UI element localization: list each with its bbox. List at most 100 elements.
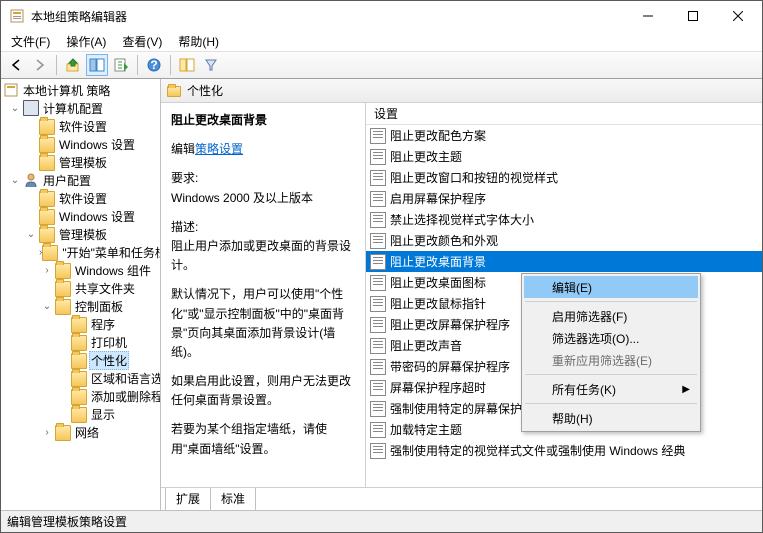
menu-view[interactable]: 查看(V) <box>114 31 170 52</box>
tree-item[interactable]: 区域和语言选项 <box>1 369 160 387</box>
tree-pane[interactable]: 本地计算机 策略 ⌄ 计算机配置 软件设置 Windows 设置 管理模板 ⌄ … <box>1 79 161 510</box>
tree-computer-config[interactable]: ⌄ 计算机配置 <box>1 99 160 117</box>
collapse-icon[interactable]: ⌄ <box>7 175 23 186</box>
export-button[interactable] <box>110 54 132 76</box>
tree-item[interactable]: 程序 <box>1 315 160 333</box>
tree-item[interactable]: ›网络 <box>1 423 160 441</box>
folder-icon <box>71 389 87 405</box>
desc-req-label: 要求: <box>171 171 198 185</box>
tree-root[interactable]: 本地计算机 策略 <box>1 81 160 99</box>
tree-item[interactable]: 打印机 <box>1 333 160 351</box>
main-area: 本地计算机 策略 ⌄ 计算机配置 软件设置 Windows 设置 管理模板 ⌄ … <box>1 79 762 510</box>
user-icon <box>23 172 39 188</box>
up-button[interactable] <box>62 54 84 76</box>
tree-item[interactable]: Windows 设置 <box>1 207 160 225</box>
policy-settings-link[interactable]: 策略设置 <box>195 142 243 156</box>
list-item-label: 阻止更改桌面图标 <box>390 274 486 291</box>
policy-setting-icon <box>370 317 386 333</box>
properties-button[interactable] <box>176 54 198 76</box>
list-item[interactable]: 阻止更改窗口和按钮的视觉样式 <box>366 167 762 188</box>
list-header-settings[interactable]: 设置 <box>366 103 762 125</box>
split-body: 阻止更改桌面背景 编辑策略设置 要求:Windows 2000 及以上版本 描述… <box>161 103 762 488</box>
filter-button[interactable] <box>200 54 222 76</box>
path-header: 个性化 <box>161 79 762 103</box>
list-item-label: 阻止更改主题 <box>390 148 462 165</box>
menu-file[interactable]: 文件(F) <box>3 31 58 52</box>
collapse-icon[interactable]: ⌄ <box>7 103 23 114</box>
list-item-label: 屏幕保护程序超时 <box>390 379 486 396</box>
desc-edit-label: 编辑 <box>171 142 195 156</box>
help-button[interactable]: ? <box>143 54 165 76</box>
show-hide-tree-button[interactable] <box>86 54 108 76</box>
policy-root-icon <box>3 82 19 98</box>
path-title: 个性化 <box>187 82 223 99</box>
folder-icon <box>71 407 87 423</box>
list-item[interactable]: 禁止选择视觉样式字体大小 <box>366 209 762 230</box>
tree-user-config[interactable]: ⌄ 用户配置 <box>1 171 160 189</box>
policy-setting-icon <box>370 401 386 417</box>
tab-standard[interactable]: 标准 <box>210 488 256 510</box>
tree-item[interactable]: ›"开始"菜单和任务栏 <box>1 243 160 261</box>
cm-edit[interactable]: 编辑(E) <box>524 276 698 298</box>
forward-button[interactable] <box>29 54 51 76</box>
titlebar: 本地组策略编辑器 <box>1 1 762 31</box>
desc-req-value: Windows 2000 及以上版本 <box>171 191 313 205</box>
list-item[interactable]: 阻止更改配色方案 <box>366 125 762 146</box>
cm-help[interactable]: 帮助(H) <box>524 407 698 429</box>
folder-icon <box>39 227 55 243</box>
list-item[interactable]: 阻止更改桌面背景 <box>366 251 762 272</box>
maximize-button[interactable] <box>670 1 715 31</box>
collapse-icon[interactable]: ⌄ <box>39 301 55 312</box>
folder-icon <box>39 137 55 153</box>
list-item[interactable]: 阻止更改主题 <box>366 146 762 167</box>
cm-filter-options[interactable]: 筛选器选项(O)... <box>524 327 698 349</box>
desc-body: 阻止用户添加或更改桌面的背景设计。 <box>171 239 351 272</box>
tree-item[interactable]: 软件设置 <box>1 117 160 135</box>
list-item-label: 阻止更改鼠标指针 <box>390 295 486 312</box>
list-item[interactable]: 启用屏幕保护程序 <box>366 188 762 209</box>
list-item-label: 阻止更改配色方案 <box>390 127 486 144</box>
policy-setting-icon <box>370 149 386 165</box>
menu-help[interactable]: 帮助(H) <box>170 31 227 52</box>
cm-all-tasks[interactable]: 所有任务(K)▶ <box>524 378 698 400</box>
menubar: 文件(F) 操作(A) 查看(V) 帮助(H) <box>1 31 762 51</box>
toolbar-separator <box>56 55 57 75</box>
expand-icon[interactable]: › <box>39 427 55 438</box>
svg-text:?: ? <box>150 58 157 72</box>
list-pane: 设置 阻止更改配色方案阻止更改主题阻止更改窗口和按钮的视觉样式启用屏幕保护程序禁… <box>366 103 762 487</box>
toolbar-separator <box>137 55 138 75</box>
expand-icon[interactable]: › <box>39 265 55 276</box>
tree-item[interactable]: 添加或删除程序 <box>1 387 160 405</box>
tree-item[interactable]: 软件设置 <box>1 189 160 207</box>
tree-item[interactable]: 管理模板 <box>1 153 160 171</box>
folder-icon <box>39 155 55 171</box>
cm-separator <box>525 403 697 404</box>
tree-item[interactable]: 共享文件夹 <box>1 279 160 297</box>
tree-item-personalization[interactable]: 个性化 <box>1 351 160 369</box>
tree-item[interactable]: 显示 <box>1 405 160 423</box>
description-pane: 阻止更改桌面背景 编辑策略设置 要求:Windows 2000 及以上版本 描述… <box>161 103 366 487</box>
policy-setting-icon <box>370 128 386 144</box>
content-pane: 个性化 阻止更改桌面背景 编辑策略设置 要求: Windows 2000 及以上版… <box>161 79 762 510</box>
tree-item[interactable]: ⌄管理模板 <box>1 225 160 243</box>
cm-enable-filter[interactable]: 启用筛选器(F) <box>524 305 698 327</box>
minimize-button[interactable] <box>625 1 670 31</box>
list-item[interactable]: 阻止更改颜色和外观 <box>366 230 762 251</box>
folder-icon <box>55 425 71 441</box>
tab-extended[interactable]: 扩展 <box>165 488 211 510</box>
close-button[interactable] <box>715 1 760 31</box>
tree-item[interactable]: ⌄控制面板 <box>1 297 160 315</box>
collapse-icon[interactable]: ⌄ <box>23 229 39 240</box>
menu-action[interactable]: 操作(A) <box>58 31 114 52</box>
list-item[interactable]: 强制使用特定的视觉样式文件或强制使用 Windows 经典 <box>366 440 762 461</box>
desc-p3: 如果启用此设置，则用户无法更改任何桌面背景设置。 <box>171 372 355 410</box>
tree-item[interactable]: ›Windows 组件 <box>1 261 160 279</box>
tree-item[interactable]: Windows 设置 <box>1 135 160 153</box>
list-body[interactable]: 阻止更改配色方案阻止更改主题阻止更改窗口和按钮的视觉样式启用屏幕保护程序禁止选择… <box>366 125 762 487</box>
policy-setting-icon <box>370 170 386 186</box>
folder-icon <box>39 209 55 225</box>
back-button[interactable] <box>5 54 27 76</box>
policy-setting-icon <box>370 443 386 459</box>
folder-icon <box>55 299 71 315</box>
folder-icon <box>71 335 87 351</box>
